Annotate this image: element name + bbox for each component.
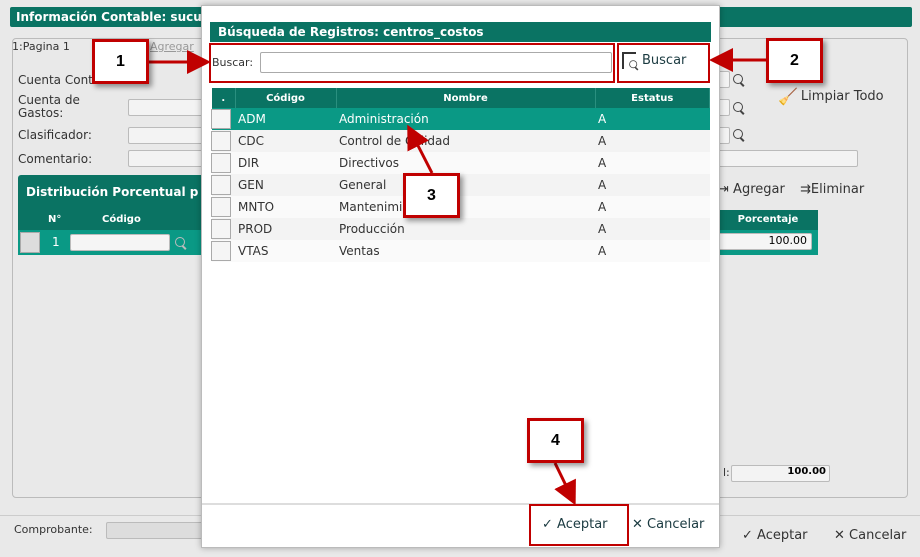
- callout-2: 2: [766, 38, 823, 83]
- arrow-4: [553, 462, 576, 506]
- callout-4: 4: [527, 418, 584, 463]
- callout-1: 1: [92, 39, 149, 84]
- callout-3: 3: [403, 173, 460, 218]
- arrow-3: [407, 124, 434, 174]
